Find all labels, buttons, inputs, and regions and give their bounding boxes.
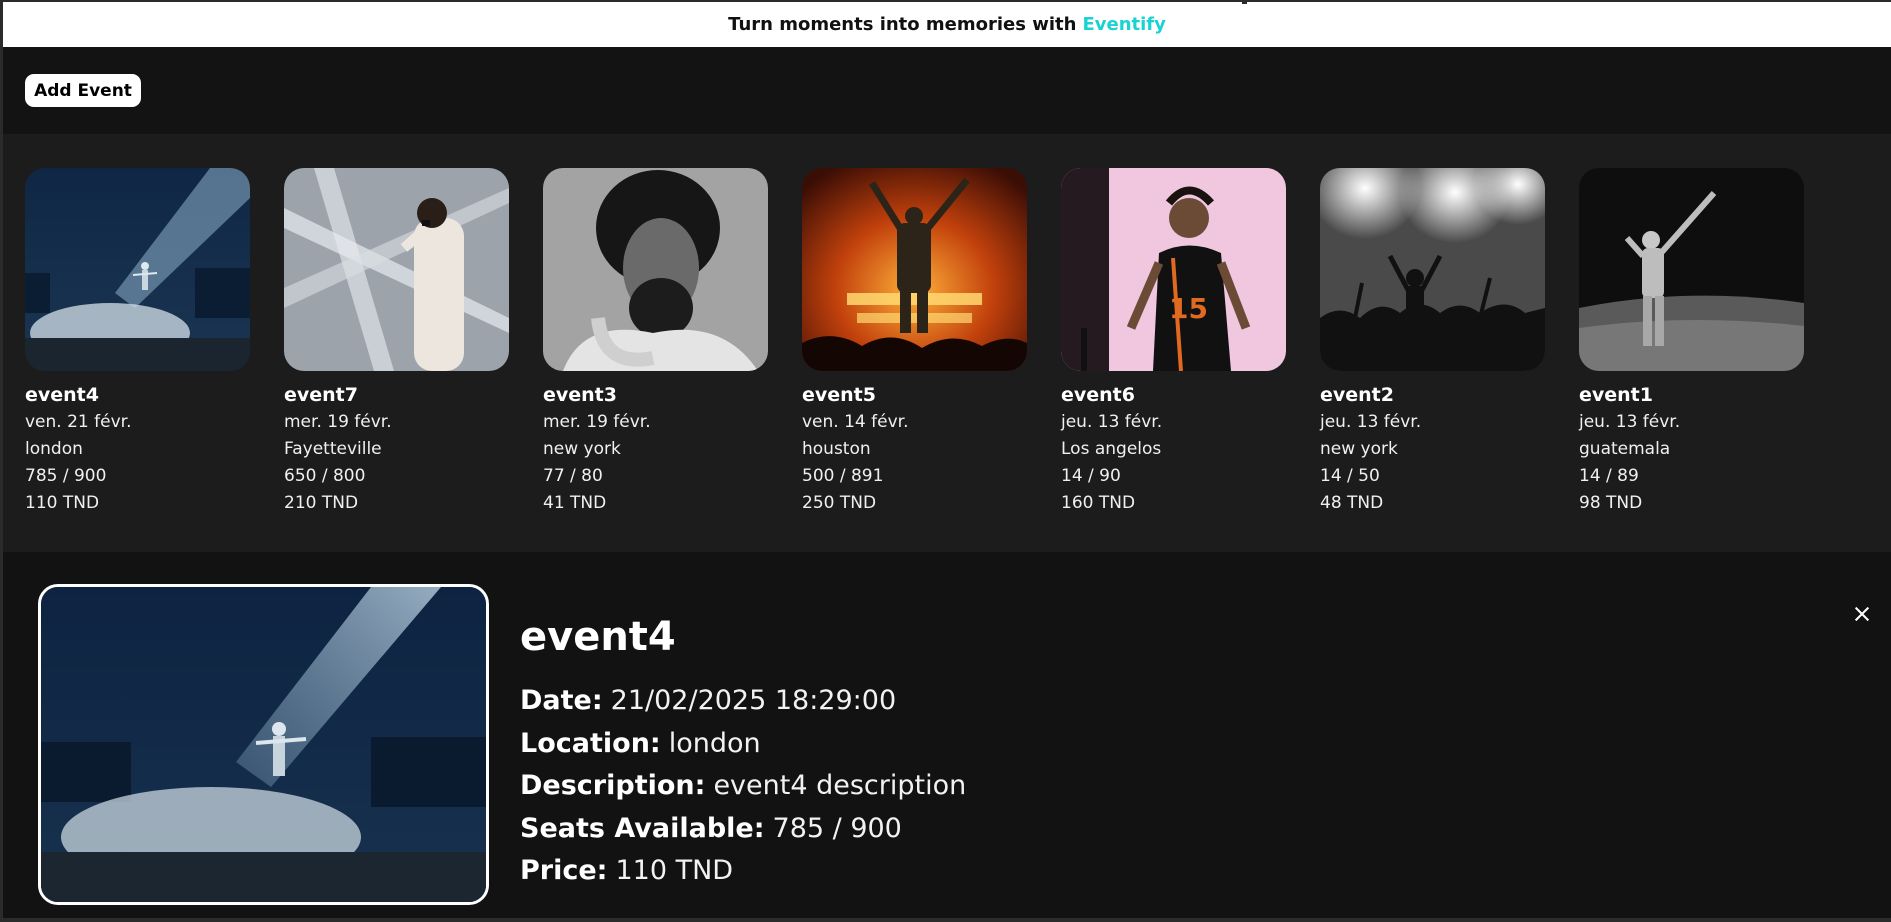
event-date: ven. 21 févr. [25, 412, 132, 432]
event-price: 210 TND [284, 493, 359, 513]
banner-gap [1242, 0, 1247, 4]
top-banner: Turn moments into memories with Eventify [3, 2, 1891, 47]
event-thumbnail-concert-crowd [1320, 168, 1545, 371]
detail-label: Description: [520, 770, 706, 801]
event-detail-title: event4 [520, 614, 676, 660]
event-detail-image [38, 584, 489, 905]
event-name: event5 [802, 384, 876, 406]
event-name: event2 [1320, 384, 1394, 406]
event-card[interactable]: event7 mer. 19 févr. Fayetteville 650 / … [284, 168, 509, 517]
event-seats: 14 / 50 [1320, 466, 1380, 486]
detail-description-row: Description: event4 description [520, 765, 966, 808]
event-card[interactable]: 15 event6 jeu. 13 févr. Los angelos 14 /… [1061, 168, 1286, 517]
event-seats: 14 / 89 [1579, 466, 1639, 486]
svg-text:15: 15 [1169, 292, 1208, 325]
event-thumbnail-performer-fire-stage [802, 168, 1027, 371]
event-date: jeu. 13 févr. [1061, 412, 1163, 432]
event-card[interactable]: event1 jeu. 13 févr. guatemala 14 / 89 9… [1579, 168, 1804, 517]
detail-value: 110 TND [615, 855, 734, 886]
event-date: ven. 14 févr. [802, 412, 909, 432]
event-seats: 500 / 891 [802, 466, 884, 486]
event-card[interactable]: event3 mer. 19 févr. new york 77 / 80 41… [543, 168, 768, 517]
detail-value: london [668, 727, 761, 759]
event-thumbnail-performer-jersey: 15 [1061, 168, 1286, 371]
event-thumbnail-performer-in-spotlight [25, 168, 250, 371]
event-card[interactable]: event4 ven. 21 févr. london 785 / 900 11… [25, 168, 250, 517]
add-event-button[interactable]: Add Event [25, 74, 141, 107]
event-name: event1 [1579, 384, 1653, 406]
event-date: mer. 19 févr. [284, 412, 392, 432]
event-detail-fields: Date: 21/02/2025 18:29:00 Location: london… [520, 680, 966, 893]
detail-label: Date: [520, 685, 603, 716]
detail-seats-row: Seats Available: 785 / 900 [520, 808, 966, 851]
event-seats: 650 / 800 [284, 466, 366, 486]
event-location: new york [543, 439, 621, 459]
event-detail-panel: event4 Date: 21/02/2025 18:29:00 Location… [3, 552, 1891, 918]
detail-value: 21/02/2025 18:29:00 [610, 685, 897, 716]
event-price: 48 TND [1320, 493, 1384, 513]
event-thumbnail-performer-stadium [1579, 168, 1804, 371]
event-thumbnail-portrait [543, 168, 768, 371]
event-location: Fayetteville [284, 439, 382, 459]
event-location: guatemala [1579, 439, 1671, 459]
detail-location-row: Location: london [520, 723, 966, 766]
detail-label: Location: [520, 727, 661, 759]
event-card[interactable]: event5 ven. 14 févr. houston 500 / 891 2… [802, 168, 1027, 517]
event-date: jeu. 13 févr. [1579, 412, 1681, 432]
event-location: Los angelos [1061, 439, 1162, 459]
event-name: event4 [25, 384, 99, 406]
detail-value: 785 / 900 [772, 812, 902, 844]
banner-text: Turn moments into memories with [728, 14, 1077, 35]
event-price: 98 TND [1579, 493, 1643, 513]
event-price: 250 TND [802, 493, 877, 513]
brand-name: Eventify [1082, 14, 1166, 35]
event-price: 110 TND [25, 493, 100, 513]
detail-price-row: Price: 110 TND [520, 850, 966, 893]
event-seats: 14 / 90 [1061, 466, 1121, 486]
detail-label: Price: [520, 855, 608, 886]
detail-value: event4 description [713, 770, 967, 801]
event-location: london [25, 439, 83, 459]
event-date: mer. 19 févr. [543, 412, 651, 432]
event-location: houston [802, 439, 871, 459]
event-card[interactable]: event2 jeu. 13 févr. new york 14 / 50 48… [1320, 168, 1545, 517]
toolbar: Add Event [3, 47, 1891, 134]
event-seats: 785 / 900 [25, 466, 107, 486]
event-name: event7 [284, 384, 358, 406]
event-price: 160 TND [1061, 493, 1136, 513]
event-price: 41 TND [543, 493, 607, 513]
event-thumbnail-rapper-with-microphone [284, 168, 509, 371]
close-icon[interactable] [1851, 603, 1873, 625]
events-list: event4 ven. 21 févr. london 785 / 900 11… [3, 134, 1891, 552]
event-location: new york [1320, 439, 1398, 459]
event-seats: 77 / 80 [543, 466, 603, 486]
event-name: event3 [543, 384, 617, 406]
detail-label: Seats Available: [520, 812, 765, 844]
event-date: jeu. 13 févr. [1320, 412, 1422, 432]
event-name: event6 [1061, 384, 1135, 406]
detail-date-row: Date: 21/02/2025 18:29:00 [520, 680, 966, 723]
